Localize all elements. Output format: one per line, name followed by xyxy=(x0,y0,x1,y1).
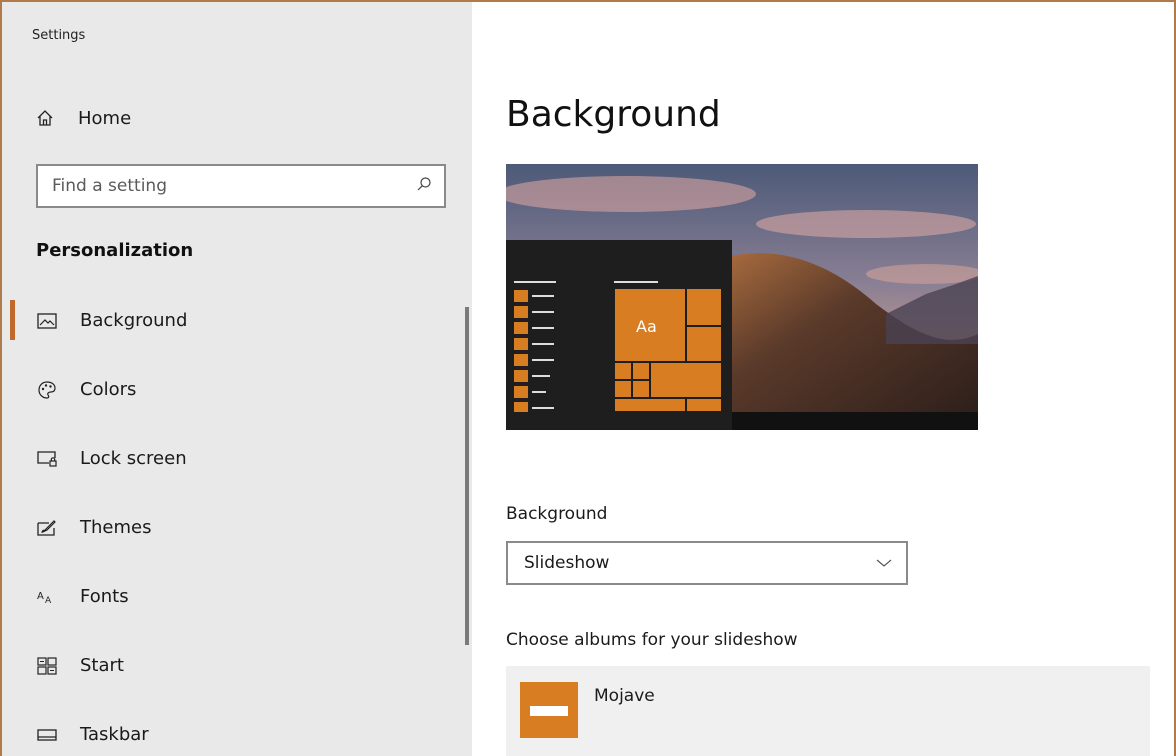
sidebar-item-colors[interactable]: Colors xyxy=(2,355,462,424)
album-thumbnail xyxy=(520,682,578,738)
background-dropdown-value: Slideshow xyxy=(524,553,610,573)
background-dropdown[interactable]: Slideshow xyxy=(506,541,908,585)
sidebar-item-label: Lock screen xyxy=(80,448,187,469)
sidebar-item-start[interactable]: Start xyxy=(2,631,462,700)
album-name: Mojave xyxy=(594,686,655,706)
main-content: Background Aa Background Slideshow Choos… xyxy=(472,2,1174,756)
taskbar-icon xyxy=(36,724,58,746)
palette-icon xyxy=(36,379,58,401)
preview-image: Aa xyxy=(506,164,978,430)
lock-screen-icon xyxy=(36,448,58,470)
sidebar-item-fonts[interactable]: AA Fonts xyxy=(2,562,462,631)
search-icon[interactable] xyxy=(416,176,432,196)
sidebar: Settings Home Personalization Background xyxy=(2,2,472,756)
preview-sample-text: Aa xyxy=(636,317,657,336)
sidebar-item-lock-screen[interactable]: Lock screen xyxy=(2,424,462,493)
page-title: Background xyxy=(506,94,721,135)
home-icon xyxy=(34,107,56,129)
picture-icon xyxy=(36,310,58,332)
sidebar-item-label: Background xyxy=(80,310,188,331)
sidebar-item-themes[interactable]: Themes xyxy=(2,493,462,562)
svg-text:A: A xyxy=(45,596,52,605)
sidebar-item-label: Start xyxy=(80,655,124,676)
sidebar-item-label: Themes xyxy=(80,517,152,538)
sidebar-item-background[interactable]: Background xyxy=(2,286,462,355)
brush-icon xyxy=(36,517,58,539)
home-label: Home xyxy=(78,107,132,129)
app-title: Settings xyxy=(32,28,86,43)
sidebar-item-taskbar[interactable]: Taskbar xyxy=(2,700,462,756)
search-box[interactable] xyxy=(36,164,446,208)
sidebar-item-label: Colors xyxy=(80,379,137,400)
sidebar-nav: Background Colors Lock screen Themes A A… xyxy=(2,286,462,756)
section-title: Personalization xyxy=(36,240,194,261)
background-label: Background xyxy=(506,504,608,524)
chevron-down-icon xyxy=(876,553,892,573)
album-item-mojave[interactable]: Mojave xyxy=(506,666,1150,756)
home-link[interactable]: Home xyxy=(34,104,131,132)
albums-label: Choose albums for your slideshow xyxy=(506,630,798,650)
desktop-preview: Aa xyxy=(506,164,978,430)
start-tiles-icon xyxy=(36,655,58,677)
settings-window: Settings Home Personalization Background xyxy=(0,0,1176,756)
sidebar-scrollbar[interactable] xyxy=(465,307,469,645)
fonts-icon: AA xyxy=(36,586,58,608)
svg-text:A: A xyxy=(37,591,44,602)
search-input[interactable] xyxy=(52,176,392,196)
sidebar-item-label: Taskbar xyxy=(80,724,149,745)
sidebar-item-label: Fonts xyxy=(80,586,129,607)
